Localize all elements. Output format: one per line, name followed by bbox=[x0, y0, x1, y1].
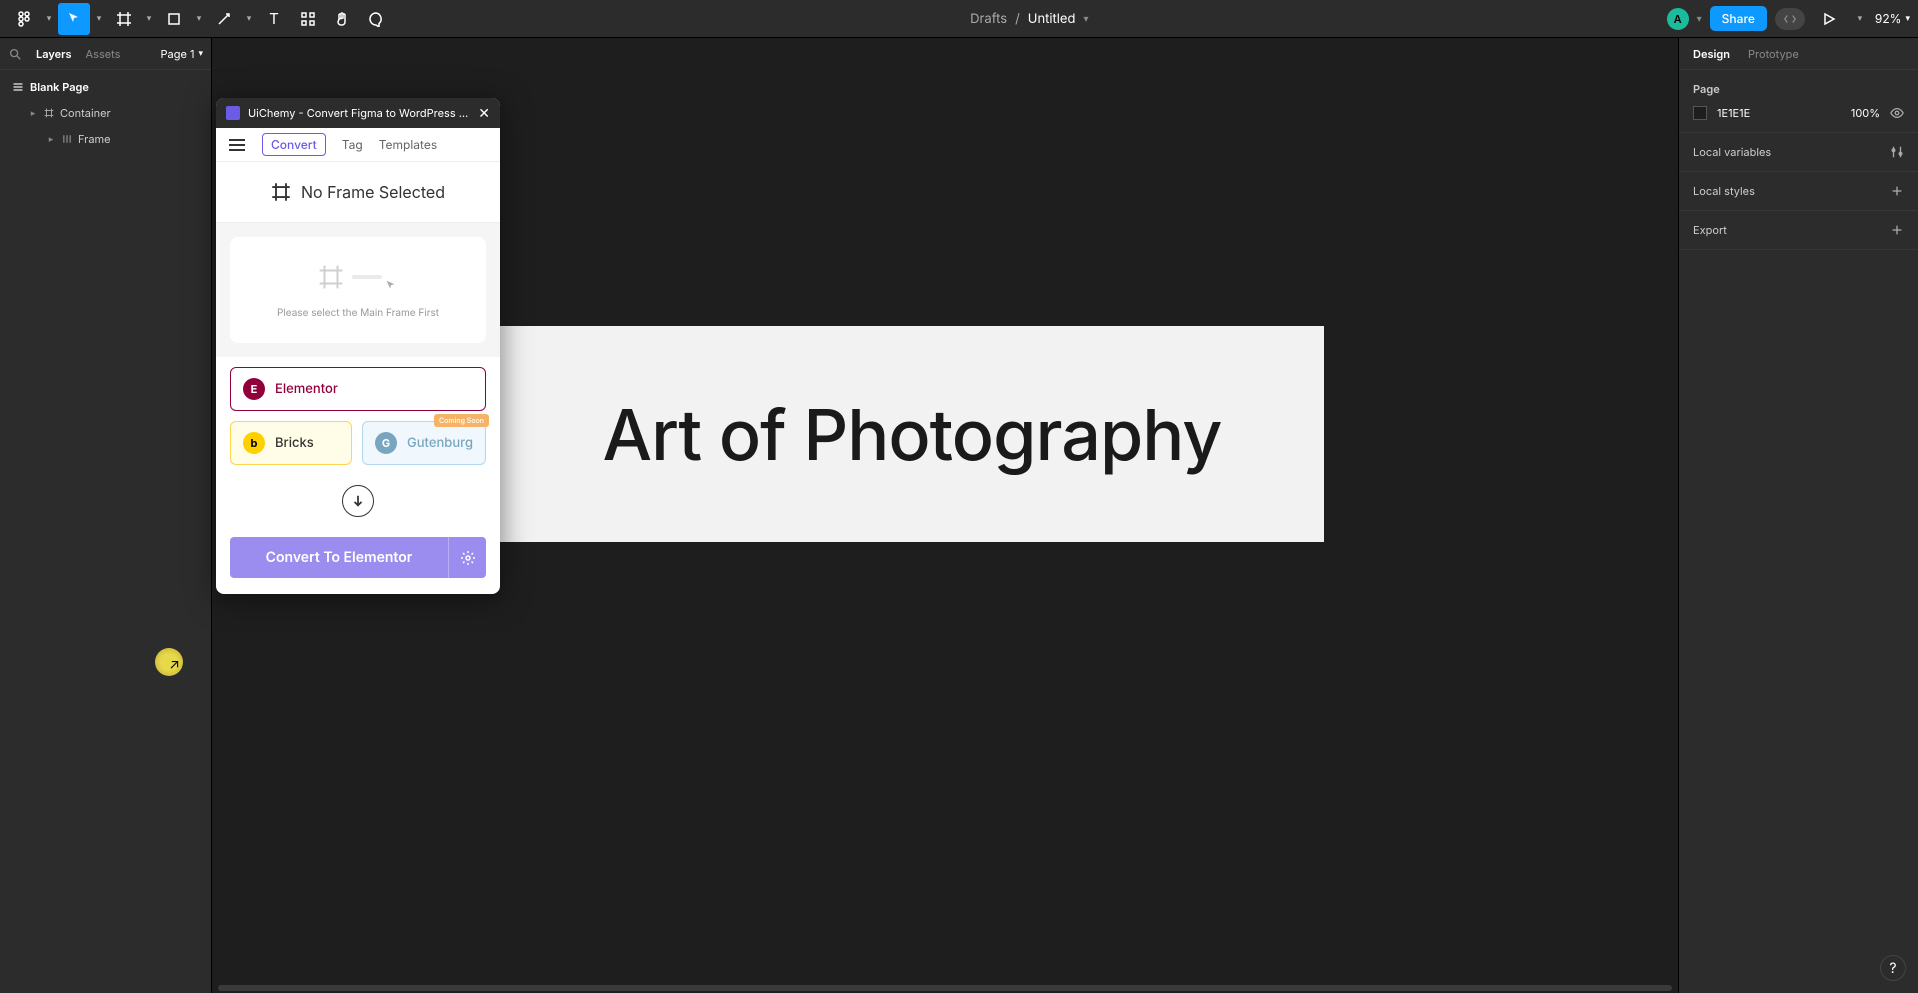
plugin-titlebar[interactable]: UiChemy - Convert Figma to WordPress ( E… bbox=[216, 98, 500, 128]
pen-tool-button[interactable] bbox=[208, 3, 240, 35]
shape-tool-button[interactable] bbox=[158, 3, 190, 35]
layer-row[interactable]: Blank Page bbox=[0, 74, 211, 100]
convert-button[interactable]: Convert To Elementor bbox=[230, 537, 448, 578]
eye-icon[interactable] bbox=[1890, 106, 1904, 120]
cursor-highlight bbox=[155, 648, 183, 676]
page-selector-label: Page 1 bbox=[161, 47, 195, 61]
coming-soon-badge: Coming Soon bbox=[434, 414, 489, 427]
page-section-title: Page bbox=[1693, 82, 1904, 96]
chevron-down-icon[interactable]: ▾ bbox=[1083, 13, 1088, 25]
resources-tool-button[interactable] bbox=[292, 3, 324, 35]
convert-settings-button[interactable] bbox=[448, 537, 486, 578]
plus-icon[interactable] bbox=[1890, 184, 1904, 198]
chevron-down-icon[interactable]: ▾ bbox=[142, 3, 156, 35]
bricks-icon: b bbox=[243, 432, 265, 454]
layer-label: Blank Page bbox=[30, 80, 89, 94]
builder-option-bricks[interactable]: b Bricks bbox=[230, 421, 352, 465]
arrow-down-icon bbox=[351, 494, 365, 508]
horizontal-scrollbar[interactable] bbox=[218, 985, 1672, 991]
layer-label: Container bbox=[60, 106, 111, 120]
chevron-down-icon[interactable]: ▾ bbox=[1697, 13, 1702, 25]
plugin-logo-icon bbox=[226, 106, 240, 120]
chevron-down-icon[interactable]: ▾ bbox=[192, 3, 206, 35]
document-title[interactable]: Untitled bbox=[1028, 11, 1076, 27]
help-button[interactable]: ? bbox=[1880, 955, 1906, 981]
right-panel: Design Prototype Page 1E1E1E 100% Local … bbox=[1678, 38, 1918, 993]
text-tool-button[interactable]: T bbox=[258, 3, 290, 35]
plugin-tab-tag[interactable]: Tag bbox=[342, 137, 363, 152]
plugin-window: UiChemy - Convert Figma to WordPress ( E… bbox=[216, 98, 500, 594]
page-icon bbox=[12, 81, 24, 93]
placeholder-line bbox=[352, 275, 382, 279]
layer-row[interactable]: ▸ Container bbox=[0, 100, 211, 126]
export-label: Export bbox=[1693, 223, 1727, 237]
layer-row[interactable]: ▸ Frame bbox=[0, 126, 211, 152]
gear-icon bbox=[460, 550, 476, 566]
top-toolbar: ▾ ▾ ▾ ▾ ▾ T Drafts / Untitled ▾ bbox=[0, 0, 1918, 38]
preview-card: Please select the Main Frame First bbox=[230, 237, 486, 343]
devmode-toggle[interactable] bbox=[1775, 8, 1805, 30]
move-tool-button[interactable] bbox=[58, 3, 90, 35]
plugin-tab-convert[interactable]: Convert bbox=[262, 133, 326, 156]
preview-placeholder bbox=[242, 261, 474, 293]
plugin-tab-templates[interactable]: Templates bbox=[379, 137, 437, 152]
chevron-down-icon: ▾ bbox=[198, 48, 203, 59]
adjust-icon[interactable] bbox=[1890, 145, 1904, 159]
frame-icon bbox=[271, 182, 291, 202]
layer-label: Frame bbox=[78, 132, 111, 146]
share-button[interactable]: Share bbox=[1710, 6, 1767, 31]
chevron-down-icon[interactable]: ▾ bbox=[1853, 3, 1867, 35]
builder-label: Gutenburg bbox=[407, 435, 473, 451]
menu-icon[interactable] bbox=[228, 138, 246, 152]
present-button[interactable] bbox=[1813, 3, 1845, 35]
scroll-down-button[interactable] bbox=[342, 485, 374, 517]
frame-icon bbox=[318, 264, 344, 290]
headline-text: Art of Photography bbox=[602, 392, 1221, 477]
figma-menu-button[interactable] bbox=[8, 3, 40, 35]
prototype-tab[interactable]: Prototype bbox=[1748, 47, 1799, 61]
plugin-title: UiChemy - Convert Figma to WordPress ( E… bbox=[248, 106, 470, 120]
frame-tool-button[interactable] bbox=[108, 3, 140, 35]
builder-option-elementor[interactable]: E Elementor bbox=[230, 367, 486, 411]
page-color-value[interactable]: 1E1E1E bbox=[1717, 106, 1750, 120]
chevron-down-icon[interactable]: ▾ bbox=[242, 3, 256, 35]
design-frame[interactable]: Art of Photography bbox=[500, 326, 1324, 542]
left-panel: Layers Assets Page 1 ▾ Blank Page ▸ Cont… bbox=[0, 38, 212, 993]
chevron-down-icon[interactable]: ▾ bbox=[42, 3, 56, 35]
path-separator: / bbox=[1015, 11, 1020, 27]
chevron-down-icon[interactable]: ▾ bbox=[92, 3, 106, 35]
builder-label: Elementor bbox=[275, 381, 338, 397]
page-opacity-value[interactable]: 100% bbox=[1851, 106, 1880, 120]
builder-label: Bricks bbox=[275, 435, 314, 451]
plus-icon[interactable] bbox=[1890, 223, 1904, 237]
design-tab[interactable]: Design bbox=[1693, 47, 1730, 61]
chevron-down-icon: ▾ bbox=[1905, 13, 1910, 24]
comment-tool-button[interactable] bbox=[360, 3, 392, 35]
user-avatar[interactable]: A bbox=[1667, 8, 1689, 30]
cursor-icon bbox=[384, 279, 398, 293]
group-icon bbox=[62, 134, 72, 144]
expand-chevron-icon[interactable]: ▸ bbox=[46, 134, 56, 145]
close-icon[interactable]: ✕ bbox=[478, 105, 490, 122]
preview-hint: Please select the Main Frame First bbox=[242, 307, 474, 319]
no-frame-label: No Frame Selected bbox=[301, 182, 445, 202]
frame-icon bbox=[44, 108, 54, 118]
document-path[interactable]: Drafts / Untitled ▾ bbox=[392, 11, 1667, 27]
hand-tool-button[interactable] bbox=[326, 3, 358, 35]
zoom-display[interactable]: 92% ▾ bbox=[1875, 11, 1910, 26]
assets-tab[interactable]: Assets bbox=[86, 47, 121, 61]
page-color-swatch[interactable] bbox=[1693, 106, 1707, 120]
page-selector[interactable]: Page 1 ▾ bbox=[161, 47, 203, 61]
no-frame-message: No Frame Selected bbox=[216, 162, 500, 223]
builder-option-gutenberg[interactable]: Coming Soon G Gutenburg bbox=[362, 421, 486, 465]
elementor-icon: E bbox=[243, 378, 265, 400]
expand-chevron-icon[interactable]: ▸ bbox=[28, 108, 38, 119]
gutenberg-icon: G bbox=[375, 432, 397, 454]
local-variables-label: Local variables bbox=[1693, 145, 1771, 159]
search-icon[interactable] bbox=[8, 47, 22, 61]
zoom-value: 92% bbox=[1875, 11, 1902, 26]
layers-tab[interactable]: Layers bbox=[36, 47, 72, 61]
local-styles-label: Local styles bbox=[1693, 184, 1755, 198]
location-label: Drafts bbox=[970, 11, 1007, 27]
